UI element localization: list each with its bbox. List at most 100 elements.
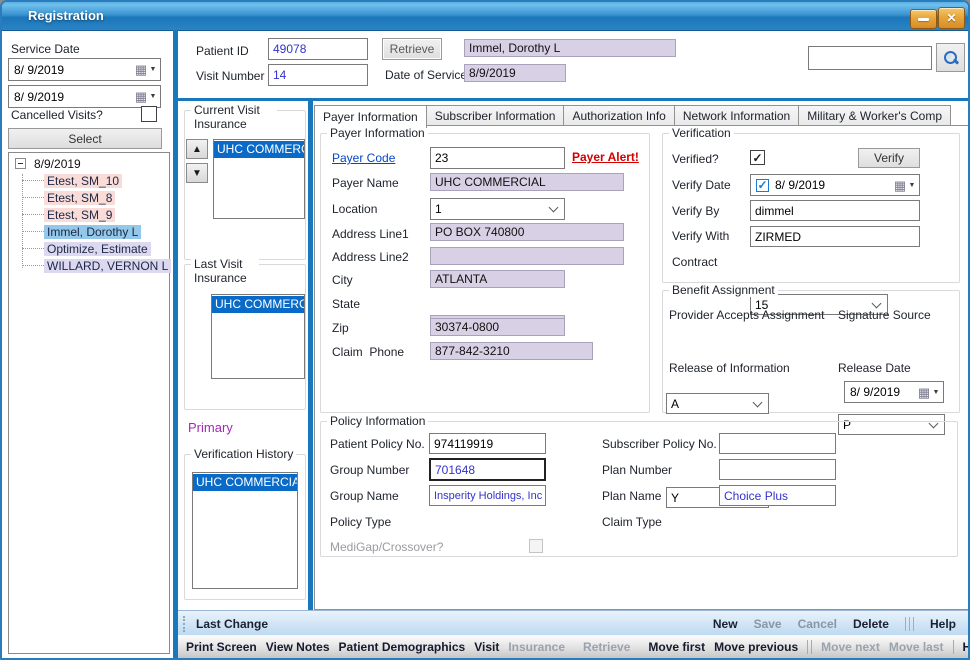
address-line1-label: Address Line1 — [332, 227, 409, 241]
patient-id-label: Patient ID — [196, 44, 249, 58]
new-button[interactable]: New — [713, 617, 738, 631]
tab-subscriber-information[interactable]: Subscriber Information — [427, 105, 565, 126]
patient-policy-input[interactable]: 974119919 — [429, 433, 546, 454]
date-of-service-label: Date of Service — [385, 68, 467, 82]
print-screen-button[interactable]: Print Screen — [186, 640, 257, 654]
list-item[interactable]: UHC COMMERCIAL — [212, 296, 304, 313]
plan-name-input[interactable]: Choice Plus — [719, 485, 836, 506]
visit-button[interactable]: Visit — [474, 640, 499, 654]
tree-item[interactable]: Optimize, Estimate — [9, 240, 169, 257]
list-item[interactable]: UHC COMMERCIAL — [214, 141, 304, 158]
claim-phone-field: 877-842-3210 — [430, 342, 593, 360]
tree-connector — [22, 174, 23, 268]
tree-item[interactable]: Etest, SM_8 — [9, 189, 169, 206]
verify-with-input[interactable]: ZIRMED — [750, 226, 920, 247]
patient-id-input[interactable]: 49078 — [268, 38, 368, 60]
verify-date-picker[interactable]: 8/ 9/2019 — [750, 174, 920, 196]
location-select[interactable]: 1 — [430, 198, 565, 220]
list-item[interactable]: UHC COMMERCIAL — [193, 474, 297, 491]
help-toolbar-button[interactable]: Help — [963, 640, 970, 654]
verification-history-list: UHC COMMERCIAL — [192, 472, 298, 589]
payer-alert-link[interactable]: Payer Alert! — [572, 150, 639, 164]
location-label: Location — [332, 202, 377, 216]
cancel-button: Cancel — [798, 617, 837, 631]
service-date-from-picker[interactable]: 8/ 9/2019 — [8, 58, 161, 81]
group-number-label: Group Number — [330, 463, 409, 477]
tree-item[interactable]: WILLARD, VERNON L — [9, 257, 169, 274]
search-button[interactable] — [936, 43, 965, 72]
collapse-icon[interactable] — [15, 158, 26, 169]
payer-code-input[interactable]: 23 — [430, 147, 565, 169]
zip-label: Zip — [332, 321, 349, 335]
patient-name-field: Immel, Dorothy L — [464, 39, 676, 57]
move-first-button[interactable]: Move first — [648, 640, 705, 654]
tab-military-workers-comp[interactable]: Military & Worker's Comp — [799, 105, 951, 126]
city-label: City — [332, 273, 353, 287]
close-button close-icon[interactable] — [938, 7, 965, 29]
state-label: State — [332, 297, 360, 311]
chevron-down-icon — [907, 182, 917, 189]
tab-payer-information[interactable]: Payer Information — [314, 105, 427, 128]
payer-code-link[interactable]: Payer Code — [332, 151, 395, 165]
grip-icon — [183, 616, 188, 632]
patient-demographics-button[interactable]: Patient Demographics — [339, 640, 466, 654]
move-previous-button[interactable]: Move previous — [714, 640, 798, 654]
verification-title: Verification — [669, 126, 734, 140]
tab-network-information[interactable]: Network Information — [675, 105, 799, 126]
address-line1-field: PO BOX 740800 — [430, 223, 624, 241]
verify-date-checkbox[interactable] — [756, 179, 769, 192]
tree-item-selected[interactable]: Immel, Dorothy L — [9, 223, 169, 240]
verify-by-input[interactable]: dimmel — [750, 200, 920, 221]
minimize-icon — [918, 18, 929, 21]
address-line2-field — [430, 247, 624, 265]
calendar-icon — [917, 386, 931, 399]
calendar-icon — [893, 179, 907, 192]
group-number-input[interactable]: 701648 — [429, 458, 546, 481]
last-visit-insurance-title: Last VisitInsurance — [191, 257, 259, 285]
service-date-to-picker[interactable]: 8/ 9/2019 — [8, 85, 161, 108]
claim-phone-label: Claim Phone — [332, 345, 404, 359]
release-date-picker[interactable]: 8/ 9/2019 — [844, 381, 944, 403]
search-icon — [943, 50, 959, 66]
title-bar: Registration — [2, 2, 968, 31]
subscriber-policy-label: Subscriber Policy No. — [602, 437, 717, 451]
window-title: Registration — [28, 8, 104, 23]
cancelled-visits-checkbox[interactable] — [141, 106, 157, 122]
address-line2-label: Address Line2 — [332, 250, 409, 264]
select-button[interactable]: Select — [8, 128, 162, 149]
service-date-to-value: 8/ 9/2019 — [14, 90, 64, 104]
service-date-label: Service Date — [11, 42, 80, 56]
current-visit-insurance-title: Current VisitInsurance — [191, 103, 277, 131]
tree-root-row[interactable]: 8/9/2019 — [9, 153, 169, 172]
help-button[interactable]: Help — [930, 617, 956, 631]
verified-checkbox[interactable] — [750, 150, 765, 165]
visit-number-input[interactable]: 14 — [268, 64, 368, 86]
plan-number-input[interactable] — [719, 459, 836, 480]
tree-item[interactable]: Etest, SM_9 — [9, 206, 169, 223]
payer-information-title: Payer Information — [327, 126, 428, 140]
tab-authorization-info[interactable]: Authorization Info — [564, 105, 674, 126]
medigap-checkbox — [529, 539, 543, 553]
service-date-from-value: 8/ 9/2019 — [14, 63, 64, 77]
minimize-button[interactable] — [910, 9, 937, 29]
provider-accepts-assignment-select[interactable]: A — [666, 393, 769, 414]
move-up-button up-arrow-icon[interactable] — [186, 139, 208, 159]
last-insurance-list: UHC COMMERCIAL — [211, 294, 305, 379]
subscriber-policy-input[interactable] — [719, 433, 836, 454]
verify-with-label: Verify With — [672, 229, 729, 243]
benefit-assignment-title: Benefit Assignment — [669, 283, 778, 297]
verify-button[interactable]: Verify — [858, 148, 920, 168]
move-next-button: Move next — [821, 640, 880, 654]
tree-item[interactable]: Etest, SM_10 — [9, 172, 169, 189]
delete-button[interactable]: Delete — [853, 617, 889, 631]
visit-tree: 8/9/2019 Etest, SM_10 Etest, SM_8 Etest,… — [8, 152, 170, 654]
search-input[interactable] — [808, 46, 932, 70]
header-divider — [178, 98, 968, 101]
group-name-input[interactable]: Insperity Holdings, Inc — [429, 485, 546, 506]
move-down-button down-arrow-icon[interactable] — [186, 163, 208, 183]
view-notes-button[interactable]: View Notes — [266, 640, 330, 654]
cancelled-visits-label: Cancelled Visits? — [11, 108, 103, 122]
signature-source-label: Signature Source — [838, 308, 931, 322]
retrieve-button[interactable]: Retrieve — [382, 38, 442, 60]
bottom-toolbar: Print Screen View Notes Patient Demograp… — [178, 635, 968, 658]
